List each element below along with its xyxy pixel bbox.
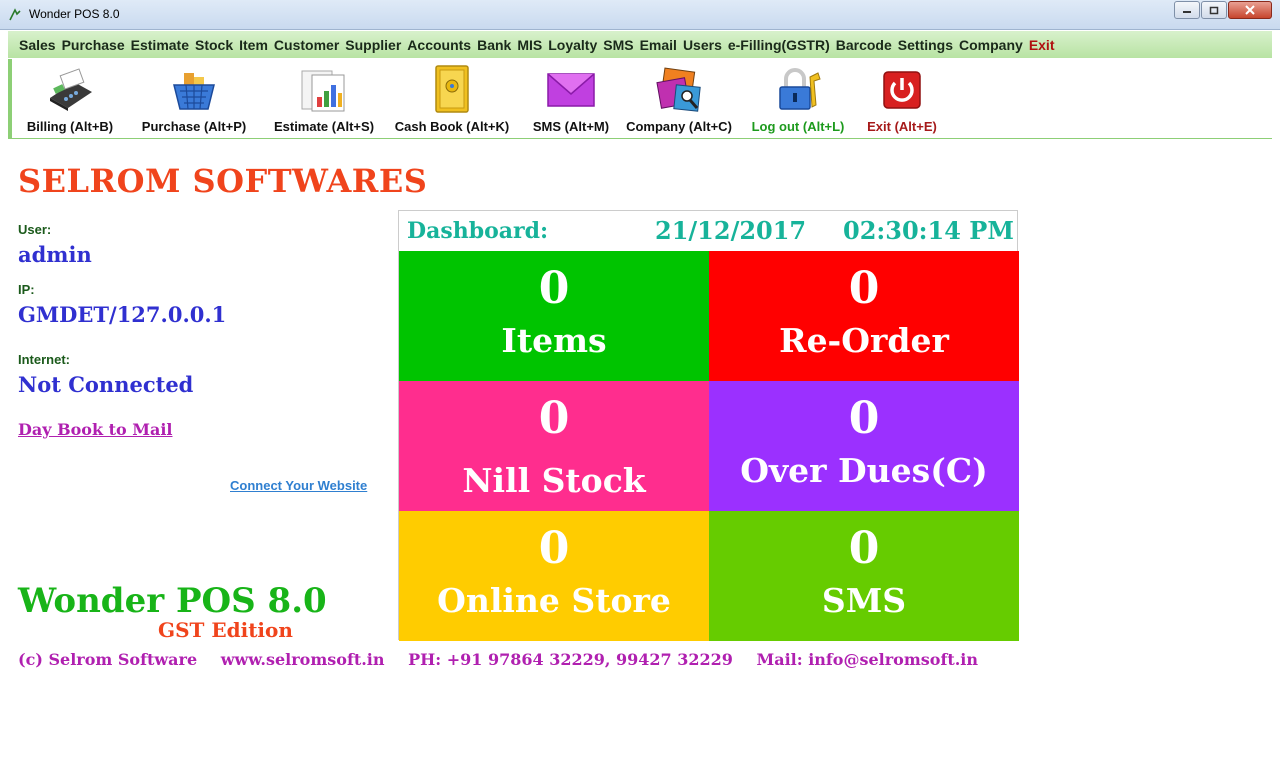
- tile-online-store[interactable]: 0 Online Store: [399, 511, 709, 641]
- tile-sms-label: SMS: [821, 581, 907, 620]
- company-pictures-icon: [653, 67, 705, 113]
- menu-loyalty[interactable]: Loyalty: [548, 37, 597, 53]
- ip-value: GMDET/127.0.0.1: [18, 302, 227, 327]
- tile-sms[interactable]: 0 SMS: [709, 511, 1019, 641]
- tile-reorder-count: 0: [848, 263, 880, 314]
- dashboard-header: Dashboard: 21/12/2017 02:30:14 PM: [399, 211, 1017, 251]
- menu-bar: Sales Purchase Estimate Stock Item Custo…: [8, 31, 1272, 58]
- menu-stock[interactable]: Stock: [195, 37, 233, 53]
- company-button[interactable]: Company (Alt+C): [620, 59, 738, 139]
- menu-estimate[interactable]: Estimate: [131, 37, 189, 53]
- company-name: SELROM SOFTWARES: [18, 162, 428, 200]
- power-icon: [876, 67, 928, 113]
- footer-web: www.selromsoft.in: [220, 650, 385, 669]
- exit-button[interactable]: Exit (Alt+E): [860, 59, 944, 139]
- exit-label: Exit (Alt+E): [867, 119, 937, 134]
- menu-bank[interactable]: Bank: [477, 37, 511, 53]
- menu-settings[interactable]: Settings: [898, 37, 953, 53]
- ip-label: IP:: [18, 282, 35, 297]
- tile-items[interactable]: 0 Items: [399, 251, 709, 381]
- close-button[interactable]: [1228, 1, 1272, 19]
- menu-users[interactable]: Users: [683, 37, 722, 53]
- menu-accounts[interactable]: Accounts: [407, 37, 471, 53]
- dashboard-time: 02:30:14 PM: [843, 216, 1014, 245]
- company-label: Company (Alt+C): [626, 119, 732, 134]
- internet-value: Not Connected: [18, 372, 194, 397]
- tile-reorder-label: Re-Order: [779, 321, 949, 360]
- sms-label: SMS (Alt+M): [532, 119, 610, 134]
- close-icon: [1245, 5, 1255, 15]
- dashboard-date: 21/12/2017: [655, 216, 807, 245]
- restore-icon: [1209, 6, 1219, 14]
- dashboard-title: Dashboard:: [407, 218, 549, 244]
- footer-contact: (c) Selrom Software www.selromsoft.in PH…: [18, 650, 996, 669]
- tile-nill-stock[interactable]: 0 Nill Stock: [399, 381, 709, 511]
- toolbar: Billing (Alt+B) Purchase (Alt+P) Estimat…: [8, 59, 1272, 139]
- minimize-button[interactable]: [1174, 1, 1200, 19]
- connect-website-link[interactable]: Connect Your Website: [230, 478, 367, 493]
- logout-button[interactable]: Log out (Alt+L): [746, 59, 850, 139]
- padlock-icon: [772, 67, 824, 113]
- footer-mail: Mail: info@selromsoft.in: [756, 650, 978, 669]
- day-book-link[interactable]: Day Book to Mail: [18, 420, 173, 439]
- product-edition: GST Edition: [158, 618, 293, 642]
- tile-online-store-count: 0: [538, 523, 570, 574]
- menu-email[interactable]: Email: [640, 37, 677, 53]
- tile-nill-stock-label: Nill Stock: [462, 461, 646, 500]
- menu-exit[interactable]: Exit: [1029, 37, 1055, 53]
- user-label: User:: [18, 222, 52, 237]
- tile-items-label: Items: [501, 321, 607, 360]
- menu-supplier[interactable]: Supplier: [345, 37, 401, 53]
- minimize-icon: [1183, 11, 1191, 13]
- menu-barcode[interactable]: Barcode: [836, 37, 892, 53]
- cash-book-label: Cash Book (Alt+K): [394, 119, 510, 134]
- maximize-button[interactable]: [1201, 1, 1227, 19]
- tile-nill-stock-count: 0: [538, 393, 570, 444]
- tile-online-store-label: Online Store: [437, 581, 671, 620]
- chart-report-icon: [298, 67, 350, 113]
- sms-button[interactable]: SMS (Alt+M): [528, 59, 614, 139]
- menu-e-filling[interactable]: e-Filling(GSTR): [728, 37, 830, 53]
- tile-over-dues-label: Over Dues(C): [740, 451, 988, 490]
- menu-mis[interactable]: MIS: [517, 37, 542, 53]
- tile-reorder[interactable]: 0 Re-Order: [709, 251, 1019, 381]
- billing-button[interactable]: Billing (Alt+B): [20, 59, 120, 139]
- estimate-button[interactable]: Estimate (Alt+S): [264, 59, 384, 139]
- window-controls: [1173, 1, 1272, 19]
- app-icon: [9, 8, 21, 21]
- tile-over-dues-count: 0: [848, 393, 880, 444]
- menu-sms[interactable]: SMS: [603, 37, 633, 53]
- menu-item[interactable]: Item: [239, 37, 268, 53]
- internet-label: Internet:: [18, 352, 70, 367]
- menu-purchase[interactable]: Purchase: [62, 37, 125, 53]
- dashboard: Dashboard: 21/12/2017 02:30:14 PM 0 Item…: [398, 210, 1019, 641]
- footer-phone: PH: +91 97864 32229, 99427 32229: [408, 650, 733, 669]
- tile-items-count: 0: [538, 263, 570, 314]
- purchase-label: Purchase (Alt+P): [141, 119, 247, 134]
- product-name: Wonder POS 8.0: [18, 581, 327, 621]
- dashboard-tiles: 0 Items 0 Re-Order 0 Nill Stock 0 Over D…: [399, 251, 1019, 641]
- footer-copyright: (c) Selrom Software: [18, 650, 198, 669]
- cash-book-button[interactable]: Cash Book (Alt+K): [390, 59, 514, 139]
- logout-label: Log out (Alt+L): [751, 119, 845, 134]
- tile-sms-count: 0: [848, 523, 880, 574]
- billing-label: Billing (Alt+B): [26, 119, 114, 134]
- estimate-label: Estimate (Alt+S): [273, 119, 375, 134]
- menu-company[interactable]: Company: [959, 37, 1023, 53]
- tile-over-dues[interactable]: 0 Over Dues(C): [709, 381, 1019, 511]
- title-bar: Wonder POS 8.0: [0, 0, 1280, 30]
- envelope-icon: [545, 67, 597, 113]
- safe-icon: [426, 65, 478, 113]
- menu-customer[interactable]: Customer: [274, 37, 339, 53]
- window-title: Wonder POS 8.0: [29, 7, 120, 21]
- purchase-button[interactable]: Purchase (Alt+P): [134, 59, 254, 139]
- menu-sales[interactable]: Sales: [19, 37, 56, 53]
- main-panel: SELROM SOFTWARES User: admin IP: GMDET/1…: [8, 140, 1272, 754]
- billing-machine-icon: [44, 67, 96, 113]
- shopping-basket-icon: [168, 67, 220, 113]
- user-value: admin: [18, 242, 92, 267]
